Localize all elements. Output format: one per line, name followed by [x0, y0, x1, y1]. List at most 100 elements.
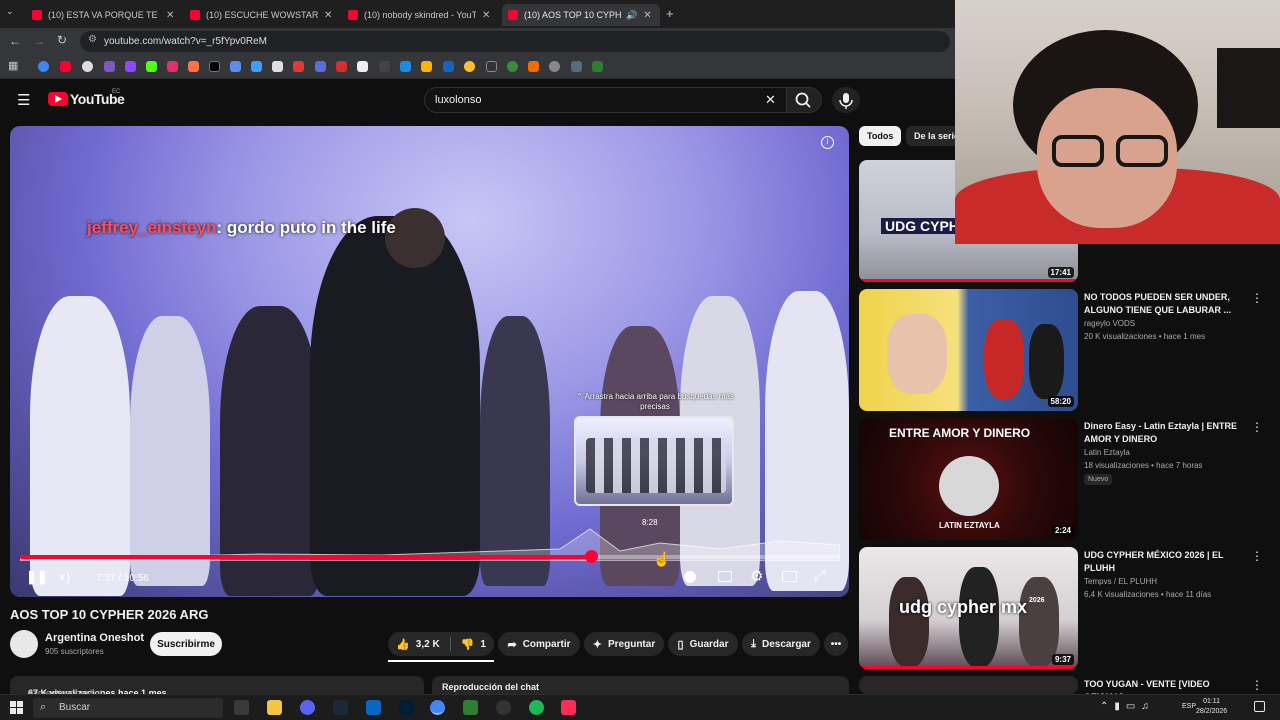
file-explorer-icon[interactable] — [267, 700, 282, 715]
theater-mode-button[interactable] — [782, 571, 797, 582]
bookmark-icon[interactable] — [421, 61, 432, 72]
kick-bookmark-icon[interactable] — [146, 61, 157, 72]
save-button[interactable]: ▯ Guardar — [668, 632, 738, 656]
video-player[interactable]: i jeffrey_einsteyn: gordo puto in the li… — [10, 126, 849, 597]
more-options-icon[interactable]: ⋮ — [1251, 291, 1263, 305]
channel-name[interactable]: Argentina Oneshot — [45, 632, 144, 644]
subtitles-button[interactable] — [718, 571, 732, 582]
bookmark-icon[interactable] — [571, 61, 582, 72]
share-button[interactable]: ➦ Compartir — [498, 632, 580, 656]
like-count[interactable]: 3,2 K — [416, 639, 440, 650]
youtube-logo-icon[interactable] — [48, 92, 68, 106]
youtube-bookmark-icon[interactable] — [60, 61, 71, 72]
channel-avatar[interactable] — [10, 630, 38, 658]
notification-icon[interactable] — [1254, 701, 1265, 712]
browser-tab-4-active[interactable]: (10) AOS TOP 10 CYPHER 2... 🔊 ✕ — [502, 4, 660, 26]
site-info-icon[interactable]: ⚙ — [88, 34, 97, 45]
autoplay-toggle[interactable] — [684, 571, 696, 583]
recommendation-item[interactable]: ENTRE AMOR Y DINERO LATIN EZTAYLA 2:24 D… — [859, 418, 1269, 542]
more-actions-button[interactable]: ••• — [824, 632, 848, 656]
notion-bookmark-icon[interactable] — [357, 61, 368, 72]
more-options-icon[interactable]: ⋮ — [1251, 678, 1263, 692]
new-tab-icon[interactable]: + — [666, 6, 674, 21]
recommendation-title[interactable]: TOO YUGAN - VENTE [VIDEO OFICIAL] — [1084, 678, 1249, 694]
bookmark-icon[interactable] — [230, 61, 241, 72]
tab-list-icon[interactable]: ⌄ — [6, 6, 14, 17]
bookmark-icon[interactable] — [443, 61, 454, 72]
dislike-icon[interactable]: 👎 — [461, 638, 475, 651]
video-thumbnail[interactable]: udg cypher mx 2026 9:37 — [859, 547, 1078, 669]
instagram-bookmark-icon[interactable] — [167, 61, 178, 72]
more-options-icon[interactable]: ⋮ — [1251, 420, 1263, 434]
bookmark-icon[interactable] — [251, 61, 262, 72]
photoshop-icon[interactable] — [399, 700, 414, 715]
progress-bar[interactable] — [20, 550, 840, 563]
volume-button[interactable]: ◖) — [58, 569, 70, 584]
bookmark-icon[interactable] — [464, 61, 475, 72]
address-bar[interactable]: ⚙ youtube.com/watch?v=_r5fYpv0ReM — [80, 31, 950, 52]
video-thumbnail[interactable]: 58:20 — [859, 289, 1078, 411]
voice-search-button[interactable] — [832, 87, 860, 113]
bookmark-icon[interactable] — [400, 61, 411, 72]
recommendation-channel[interactable]: Tempvs / EL PLUHH — [1084, 577, 1157, 586]
twitch-bookmark-icon[interactable] — [125, 61, 136, 72]
reload-icon[interactable]: ↻ — [57, 33, 67, 47]
forward-icon[interactable]: → — [33, 34, 45, 48]
download-button[interactable]: ⤓ Descargar — [742, 632, 820, 656]
bookmark-icon[interactable] — [188, 61, 199, 72]
google-bookmark-icon[interactable] — [38, 61, 49, 72]
chrome-icon[interactable] — [430, 700, 445, 715]
recommendation-item[interactable]: udg cypher mx 2026 9:37 UDG CYPHER MÉXIC… — [859, 547, 1269, 671]
bookmark-icon[interactable] — [315, 61, 326, 72]
app-icon[interactable] — [463, 700, 478, 715]
start-icon[interactable] — [10, 701, 23, 714]
bookmark-icon[interactable] — [507, 61, 518, 72]
close-tab-icon[interactable]: ✕ — [482, 10, 490, 21]
audio-playing-icon[interactable]: 🔊 — [626, 10, 637, 21]
search-input[interactable]: luxolonso ✕ — [424, 87, 790, 113]
subscribe-button[interactable]: Suscribirme — [150, 632, 222, 656]
bookmark-icon[interactable] — [293, 61, 304, 72]
scrubber-handle[interactable] — [584, 550, 598, 563]
recommendation-channel[interactable]: rageylo VODS — [1084, 319, 1135, 328]
app-icon[interactable] — [234, 700, 249, 715]
bookmark-icon[interactable] — [272, 61, 283, 72]
ask-button[interactable]: ✦ Preguntar — [584, 632, 664, 656]
apps-grid-icon[interactable]: ▦ — [8, 59, 18, 72]
recommendation-title[interactable]: Dinero Easy - Latin Eztayla | ENTRE AMOR… — [1084, 420, 1249, 446]
bookmark-icon[interactable] — [336, 61, 347, 72]
bookmark-icon[interactable] — [549, 61, 560, 72]
fullscreen-icon[interactable]: ⤢ — [814, 567, 825, 584]
sheets-bookmark-icon[interactable] — [592, 61, 603, 72]
dislike-count[interactable]: 1 — [480, 639, 486, 650]
steam-icon[interactable] — [333, 700, 348, 715]
close-tab-icon[interactable]: ✕ — [166, 10, 174, 21]
close-tab-icon[interactable]: ✕ — [324, 10, 332, 21]
taskbar-search[interactable]: ⌕ Buscar — [33, 698, 223, 718]
bookmark-icon[interactable] — [379, 61, 390, 72]
clock[interactable]: 01:11 28/2/2026 — [1196, 697, 1227, 717]
browser-tab-1[interactable]: (10) ESTA VA PORQUE TE QUIE... ✕ — [26, 4, 184, 26]
language-indicator[interactable]: ESP — [1182, 703, 1196, 710]
recommendation-title[interactable]: UDG CYPHER MÉXICO 2026 | EL PLUHH — [1084, 549, 1249, 575]
bookmark-icon[interactable] — [528, 61, 539, 72]
recommendation-title[interactable]: NO TODOS PUEDEN SER UNDER, ALGUNO TIENE … — [1084, 291, 1249, 317]
tiktok-icon[interactable] — [561, 700, 576, 715]
chip-all[interactable]: Todos — [859, 126, 902, 146]
discord-icon[interactable] — [300, 700, 315, 715]
bookmark-icon[interactable] — [82, 61, 93, 72]
recommendation-item[interactable]: TOO YUGAN - VENTE [VIDEO OFICIAL] ⋮ — [859, 676, 1269, 694]
app-icon[interactable] — [496, 700, 511, 715]
settings-gear-icon[interactable]: ⚙ — [750, 567, 763, 585]
search-button[interactable] — [786, 87, 822, 113]
more-options-icon[interactable]: ⋮ — [1251, 549, 1263, 563]
clear-search-icon[interactable]: ✕ — [765, 92, 776, 108]
browser-tab-2[interactable]: (10) ESCUCHE WOWSTAR Y ME... ✕ — [184, 4, 342, 26]
back-icon[interactable]: ← — [9, 34, 21, 48]
video-thumbnail[interactable] — [859, 676, 1078, 694]
recommendation-item[interactable]: 58:20 NO TODOS PUEDEN SER UNDER, ALGUNO … — [859, 289, 1269, 413]
system-tray-icons[interactable]: ⌃▮▭♫ — [1100, 701, 1155, 712]
info-icon[interactable]: i — [821, 136, 834, 149]
x-bookmark-icon[interactable] — [209, 61, 220, 72]
pause-button[interactable]: ❚❚ — [26, 569, 48, 585]
